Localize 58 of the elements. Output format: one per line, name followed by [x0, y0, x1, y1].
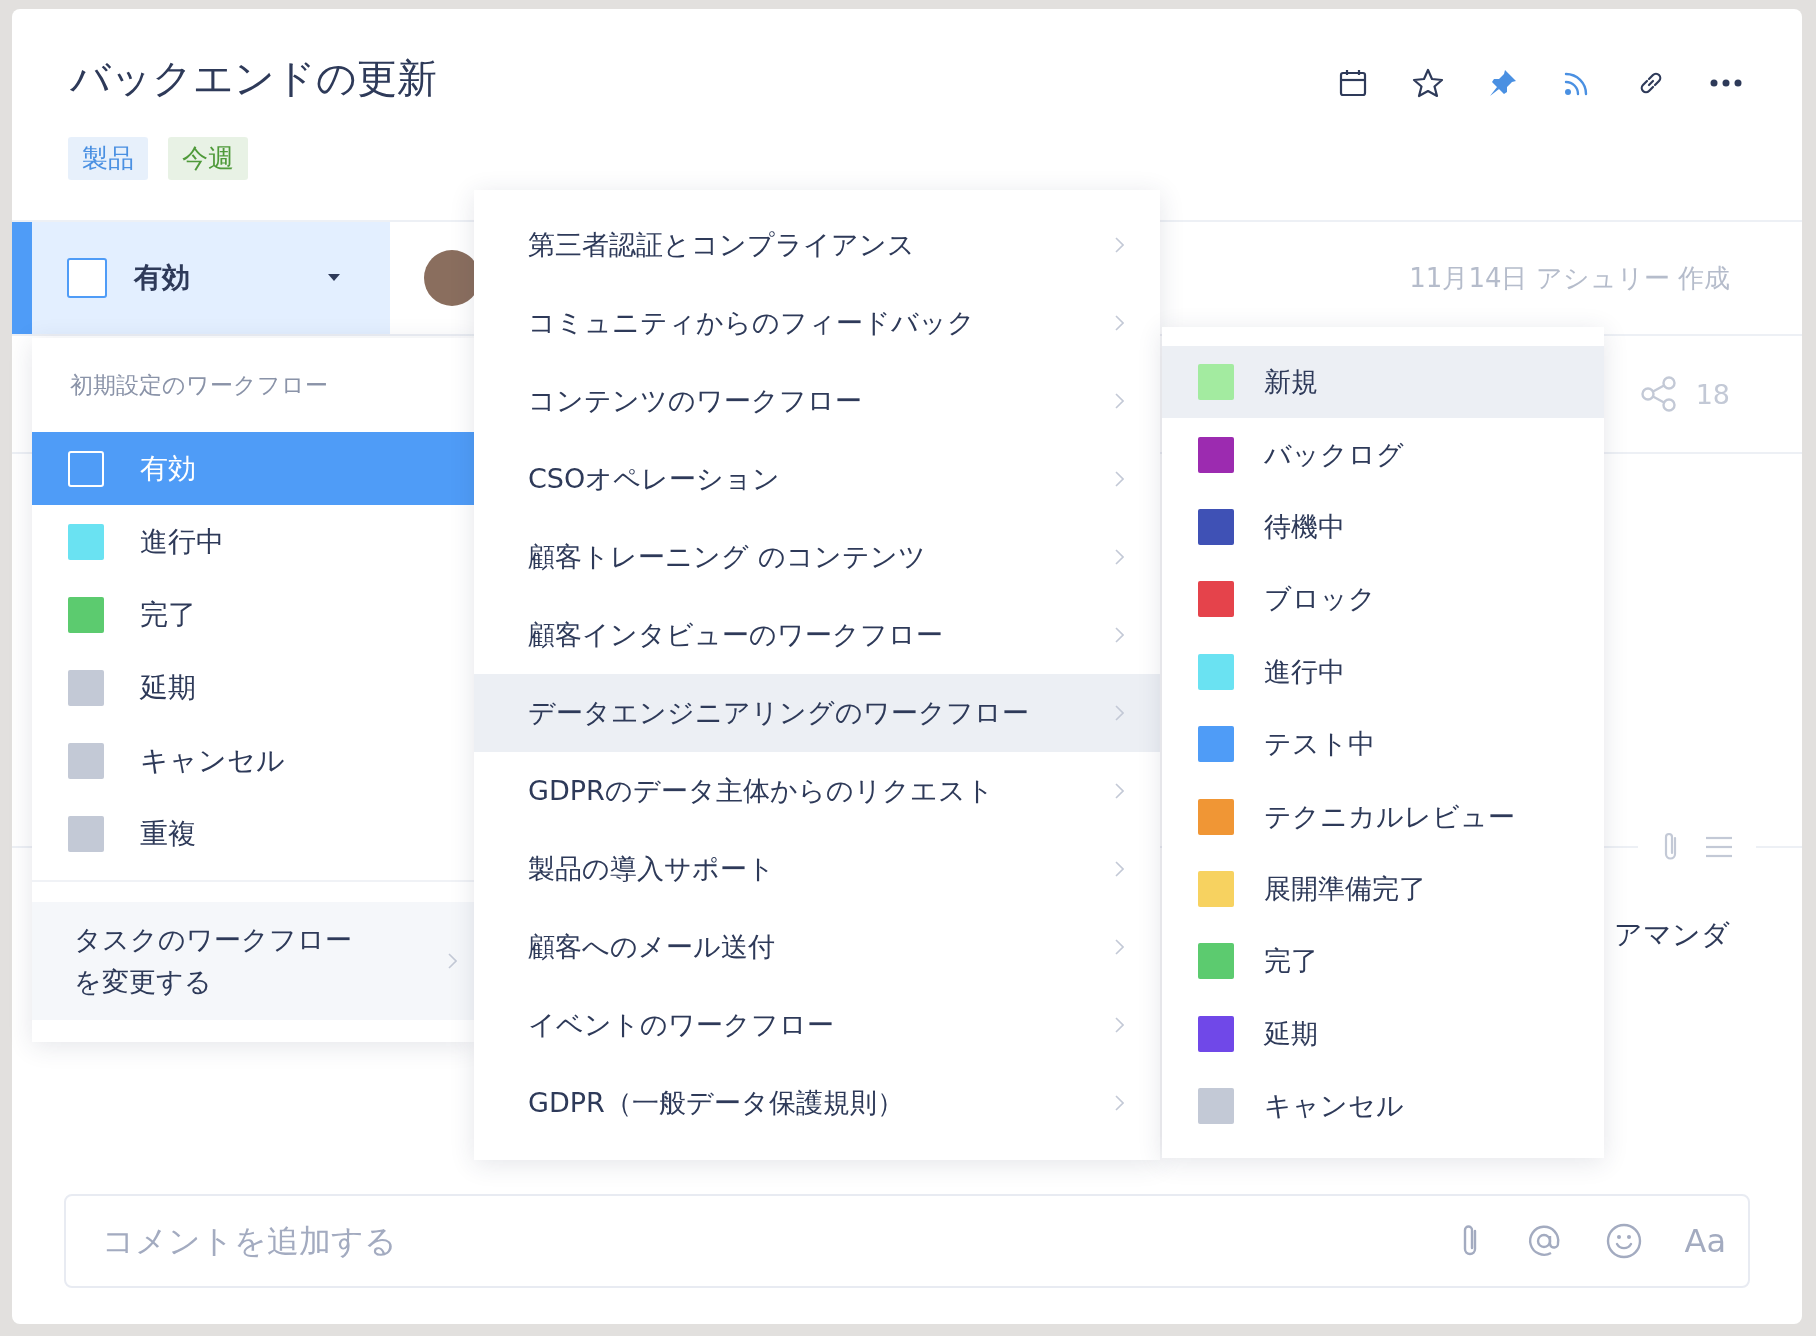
calendar-icon[interactable] — [1338, 68, 1368, 98]
chevron-icon — [1115, 627, 1124, 643]
workflow-option[interactable]: 顧客へのメール送付 — [474, 908, 1160, 986]
task-title: バックエンドの更新 — [70, 54, 437, 103]
workflow-option[interactable]: イベントのワークフロー — [474, 986, 1160, 1064]
workflow-option[interactable]: 顧客インタビューのワークフロー — [474, 596, 1160, 674]
pin-icon[interactable] — [1488, 68, 1518, 98]
workflow-option[interactable]: 顧客トレーニング のコンテンツ — [474, 518, 1160, 596]
workflow-option[interactable]: データエンジニアリングのワークフロー — [474, 674, 1160, 752]
status-option[interactable]: 重複 — [32, 797, 475, 870]
workflow-option[interactable]: CSOオペレーション — [474, 440, 1160, 518]
workflow-option[interactable]: コンテンツのワークフロー — [474, 362, 1160, 440]
status-option[interactable]: 展開準備完了 — [1162, 852, 1604, 926]
share-icon[interactable] — [1639, 375, 1678, 413]
status-option[interactable]: 新規 — [1162, 346, 1604, 419]
workflow-option[interactable]: GDPRのデータ主体からのリクエスト — [474, 752, 1160, 830]
status-option[interactable]: 延期 — [32, 651, 475, 724]
created-info: 11月14日 アシュリー 作成 — [1409, 261, 1730, 295]
status-option[interactable]: 完了 — [32, 578, 475, 651]
status-option[interactable]: キャンセル — [32, 724, 475, 797]
chevron-icon — [1115, 393, 1124, 409]
status-option[interactable]: テスト中 — [1162, 707, 1604, 781]
status-option[interactable]: 進行中 — [1162, 635, 1604, 708]
checkbox-icon — [67, 258, 107, 298]
assignee-name: アマンダ — [1614, 917, 1730, 953]
chevron-icon — [1115, 705, 1124, 721]
share-count: 18 — [1695, 378, 1730, 410]
status-option[interactable]: バックログ — [1162, 418, 1604, 491]
chevron-icon — [1115, 1095, 1124, 1111]
status-option[interactable]: 待機中 — [1162, 490, 1604, 564]
status-option[interactable]: ブロック — [1162, 563, 1604, 636]
chevron-icon — [1115, 939, 1124, 955]
smiley-icon[interactable] — [1604, 1222, 1643, 1260]
workflow-option[interactable]: コミュニティからのフィードバック — [474, 284, 1160, 362]
caret-icon — [328, 274, 340, 282]
workflow-option[interactable]: 製品の導入サポート — [474, 830, 1160, 908]
status-dropdown[interactable]: 有効 — [12, 222, 390, 334]
checkbox-icon — [68, 450, 104, 487]
chevron-icon — [448, 953, 457, 969]
status-option[interactable]: テクニカルレビュー — [1162, 780, 1604, 853]
workflow-option[interactable]: 第三者認証とコンプライアンス — [474, 206, 1160, 284]
star-icon[interactable] — [1412, 68, 1444, 98]
change-workflow-item[interactable]: タスクのワークフローを変更する — [32, 902, 475, 1020]
chevron-icon — [1115, 549, 1124, 565]
status-option[interactable]: 延期 — [1162, 997, 1604, 1070]
more-icon[interactable] — [1710, 79, 1742, 87]
status-option[interactable]: 完了 — [1162, 925, 1604, 998]
menu-header: 初期設定のワークフロー — [69, 370, 329, 400]
chevron-icon — [1115, 315, 1124, 331]
chevron-icon — [1115, 237, 1124, 253]
chevron-icon — [1115, 1017, 1124, 1033]
status-option[interactable]: 進行中 — [32, 505, 475, 578]
chevron-icon — [1115, 861, 1124, 877]
status-option[interactable]: キャンセル — [1162, 1069, 1604, 1143]
chevron-icon — [1115, 783, 1124, 799]
workflow-option[interactable]: GDPR（一般データ保護規則） — [474, 1064, 1160, 1142]
chevron-icon — [1115, 471, 1124, 487]
list-icon[interactable] — [1704, 835, 1734, 859]
